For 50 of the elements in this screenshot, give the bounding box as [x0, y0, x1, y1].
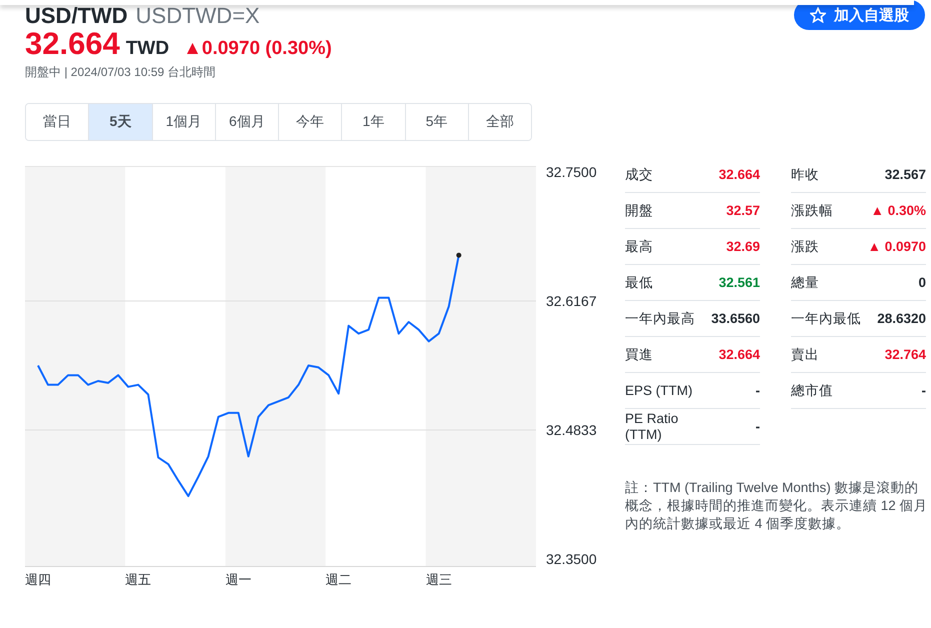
stat-label: 昨收 [791, 166, 819, 182]
stat-value: - [922, 383, 926, 398]
stat-label: 最高 [625, 238, 653, 254]
y-axis-label: 32.4833 [546, 422, 597, 438]
star-icon [810, 7, 826, 23]
stat-value: 32.69 [726, 239, 760, 254]
market-status: 開盤中 | 2024/07/03 10:59 台北時間 [25, 64, 217, 81]
range-tab[interactable]: 5天 [89, 104, 152, 140]
stat-value: ▲ 0.30% [870, 203, 926, 218]
price-change: ▲0.0970 (0.30%) [183, 38, 332, 60]
stat-label: 開盤 [625, 202, 653, 218]
stat-label: 賣出 [791, 346, 819, 362]
stat-label: 成交 [625, 166, 653, 182]
stat-label: 一年內最低 [791, 310, 861, 326]
stat-value: 32.57 [726, 203, 760, 218]
stat-value: 32.664 [718, 167, 760, 182]
stat-value: 32.764 [884, 347, 926, 362]
stat-value: 32.567 [884, 167, 926, 182]
x-axis-label: 週一 [225, 572, 252, 587]
last-price-dot [456, 252, 462, 258]
x-axis-label: 週五 [125, 572, 152, 587]
x-axis-label: 週三 [426, 572, 452, 587]
stat-label: 漲跌幅 [791, 202, 833, 218]
stat-label: EPS (TTM) [625, 382, 692, 398]
stat-value: 0 [918, 275, 926, 290]
stat-value: 28.6320 [877, 311, 926, 326]
x-axis-label: 週四 [25, 572, 51, 587]
stat-label: PE Ratio (TTM) [625, 410, 680, 442]
range-tab[interactable]: 當日 [26, 104, 90, 140]
y-axis-label: 32.3500 [546, 551, 597, 567]
stat-value: - [756, 419, 760, 434]
y-axis-label: 32.6167 [546, 292, 597, 309]
ticker-symbol: USDTWD=X [136, 3, 260, 29]
stat-value: - [756, 383, 760, 398]
stat-value: 32.664 [718, 347, 760, 362]
stat-label: 總量 [791, 274, 819, 290]
stat-label: 買進 [625, 346, 653, 362]
stat-label: 漲跌 [791, 238, 819, 254]
currency: TWD [126, 38, 170, 60]
stat-value: ▲ 0.0970 [868, 239, 926, 254]
ttm-note: 註：TTM (Trailing Twelve Months) 數據是滾動的概念，根據時間的推進而變化。表示連續 12 個月內的統計數據或最近 4 個季度數據。 [625, 479, 929, 533]
price: 32.664 [25, 26, 120, 62]
quote-title: USD/TWD [25, 3, 128, 29]
stat-label: 總市值 [791, 382, 833, 398]
stat-value: 32.561 [718, 275, 760, 290]
y-axis-label: 32.7500 [546, 164, 597, 180]
stat-label: 一年內最高 [625, 310, 695, 326]
stat-label: 最低 [625, 274, 653, 290]
stat-value: 33.6560 [711, 311, 760, 326]
x-axis-label: 週二 [326, 572, 352, 587]
